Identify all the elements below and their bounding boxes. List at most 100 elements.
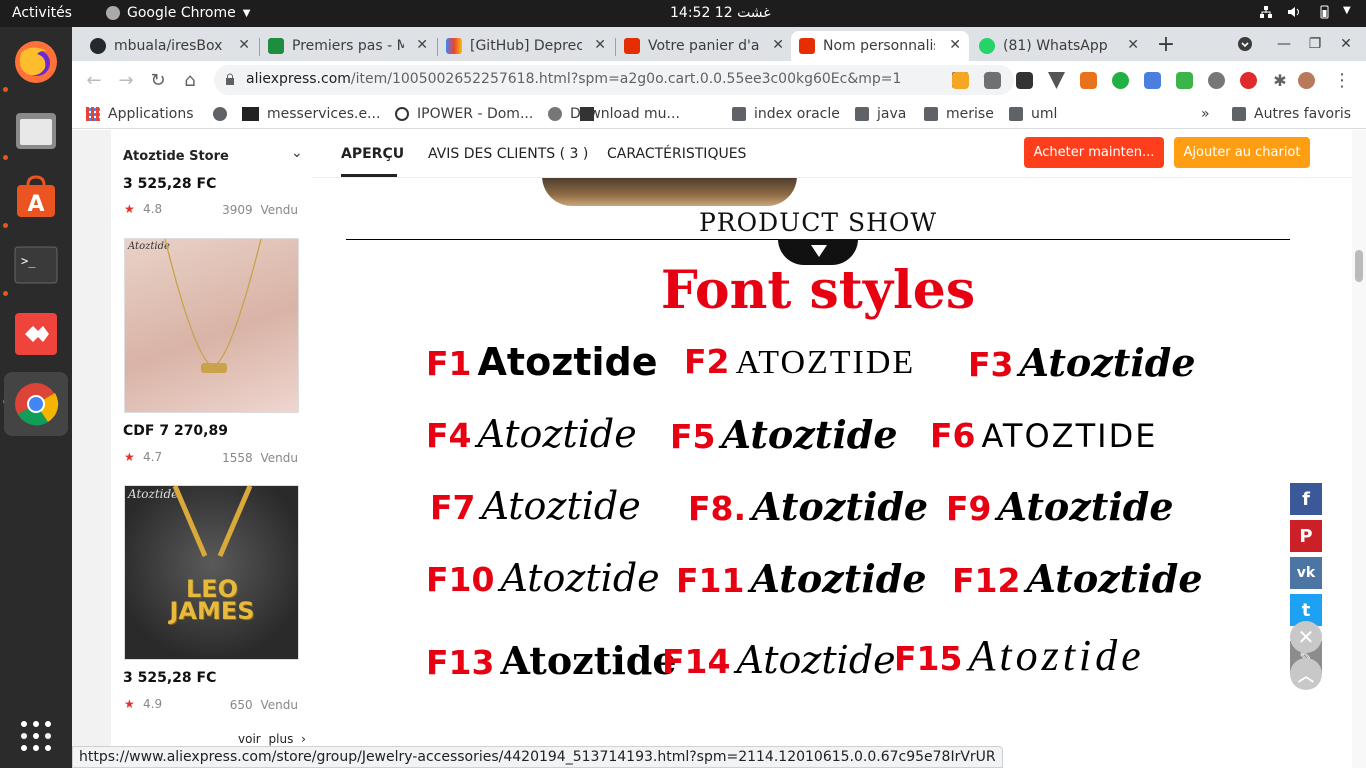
- close-circle-icon[interactable]: ✕: [1290, 621, 1322, 653]
- font-code: F9: [946, 489, 992, 528]
- tab-reviews[interactable]: AVIS DES CLIENTS ( 3 ): [428, 146, 588, 162]
- close-icon[interactable]: ✕: [949, 37, 961, 53]
- product-image-necklace[interactable]: Atoztide: [124, 238, 299, 413]
- app-menu[interactable]: Google Chrome ▼: [106, 5, 250, 21]
- window-close-icon[interactable]: ✕: [1334, 32, 1358, 56]
- network-icon[interactable]: [1259, 5, 1273, 19]
- product-price[interactable]: CDF 7 270,89: [123, 423, 228, 439]
- gmail-icon: [446, 38, 462, 54]
- pinterest-share-button[interactable]: P: [1290, 520, 1322, 552]
- buy-now-button[interactable]: Acheter mainten...: [1024, 137, 1164, 168]
- back-to-top-icon[interactable]: ︿: [1290, 658, 1322, 690]
- bookmark-download-2[interactable]: [580, 103, 602, 125]
- tab-specifications[interactable]: CARACTÉRISTIQUES: [607, 146, 746, 162]
- product-image-pendant[interactable]: Atoztide LEO JAMES: [124, 485, 299, 660]
- bookmark-globe[interactable]: [213, 103, 235, 125]
- star-icon: ★: [124, 450, 135, 464]
- other-bookmarks[interactable]: Autres favoris: [1232, 103, 1351, 125]
- bookmark-applications[interactable]: Applications: [86, 103, 194, 125]
- product-description: PRODUCT SHOW Font styles F1 Atoztide F2 AT…: [346, 178, 1308, 768]
- show-applications-icon[interactable]: [10, 710, 62, 762]
- firefox-icon[interactable]: [10, 36, 62, 88]
- aliexpress-icon: [799, 38, 815, 54]
- store-name[interactable]: Atoztide Store: [123, 149, 229, 164]
- font-sample-word: Atoztide: [500, 556, 660, 600]
- profile-avatar[interactable]: [1298, 72, 1315, 89]
- font-sample-word: Atoztide: [752, 484, 929, 529]
- close-icon[interactable]: ✕: [238, 37, 250, 53]
- reload-icon[interactable]: ↻: [146, 68, 170, 92]
- font-sample-word: Atoztide: [968, 631, 1145, 680]
- activities-button[interactable]: Activités: [12, 5, 72, 21]
- tab-github-deprecation[interactable]: [GitHub] Deprec ✕: [438, 31, 614, 61]
- address-bar[interactable]: aliexpress.com/item/1005002652257618.htm…: [214, 65, 1014, 95]
- extension-icon[interactable]: [1208, 72, 1225, 89]
- tab-search-icon[interactable]: [1233, 32, 1257, 56]
- ubuntu-software-icon[interactable]: A: [10, 172, 62, 224]
- bookmark-index-oracle[interactable]: index oracle: [732, 103, 840, 125]
- font-sample-f1: F1 Atoztide: [426, 340, 657, 384]
- bookmark-uml[interactable]: uml: [1009, 103, 1057, 125]
- close-icon[interactable]: ✕: [594, 37, 606, 53]
- files-icon[interactable]: [10, 104, 62, 156]
- extension-icon[interactable]: [984, 72, 1001, 89]
- page-scrollbar[interactable]: [1352, 130, 1366, 768]
- font-sample-f3: F3 Atoztide: [968, 340, 1196, 385]
- font-code: F10: [426, 560, 495, 599]
- system-menu-chevron-icon[interactable]: ▼: [1343, 5, 1357, 19]
- terminal-icon[interactable]: >_: [10, 240, 62, 292]
- tab-premiers-pas[interactable]: Premiers pas - M ✕: [260, 31, 436, 61]
- folder-icon: [924, 107, 938, 121]
- tab-panier[interactable]: Votre panier d'ac ✕: [616, 31, 792, 61]
- close-icon[interactable]: ✕: [772, 37, 784, 53]
- tab-strip: mbuala/iresBox ✕ Premiers pas - M ✕ [Git…: [72, 27, 1366, 61]
- vk-share-button[interactable]: vk: [1290, 557, 1322, 589]
- tab-whatsapp[interactable]: (81) WhatsApp ✕: [971, 31, 1147, 61]
- battery-icon[interactable]: [1317, 5, 1331, 19]
- minimize-icon[interactable]: —: [1272, 32, 1296, 56]
- bookmark-download[interactable]: Download mu...: [548, 103, 680, 125]
- kebab-menu-icon[interactable]: ⋮: [1330, 68, 1354, 92]
- bookmarks-overflow-button[interactable]: »: [1201, 103, 1210, 125]
- extension-icon[interactable]: [952, 72, 969, 89]
- bookmark-messervices[interactable]: messervices.e...: [242, 103, 380, 125]
- extension-icon[interactable]: [1176, 72, 1193, 89]
- bookmark-java[interactable]: java: [855, 103, 906, 125]
- extension-icon[interactable]: [1048, 72, 1065, 89]
- scrollbar-thumb[interactable]: [1355, 250, 1363, 282]
- forward-arrow-icon[interactable]: →: [114, 68, 138, 92]
- tab-overview[interactable]: APERÇU: [341, 146, 404, 162]
- new-tab-plus-icon[interactable]: +: [1154, 32, 1178, 57]
- product-rating: 4.8: [143, 202, 163, 216]
- bookmark-merise[interactable]: merise: [924, 103, 994, 125]
- facebook-share-button[interactable]: f: [1290, 483, 1322, 515]
- restore-icon[interactable]: ❐: [1303, 32, 1327, 56]
- see-more-link[interactable]: voir plus ›: [238, 732, 306, 746]
- extension-icon[interactable]: [1112, 72, 1129, 89]
- add-to-cart-button[interactable]: Ajouter au chariot: [1174, 137, 1310, 168]
- bookmark-ipower[interactable]: IPOWER - Dom...: [395, 103, 533, 125]
- anydesk-icon[interactable]: [10, 308, 62, 360]
- close-icon[interactable]: ✕: [1127, 37, 1139, 53]
- lock-icon[interactable]: [225, 73, 235, 85]
- volume-icon[interactable]: [1287, 5, 1301, 19]
- bookmark-label: uml: [1031, 106, 1058, 122]
- chevron-down-icon[interactable]: ⌄: [291, 145, 303, 161]
- tab-github[interactable]: mbuala/iresBox ✕: [82, 31, 258, 61]
- chrome-icon[interactable]: [4, 372, 68, 436]
- clock[interactable]: 14:52 12 غشت: [670, 5, 771, 21]
- tab-nom-personnalise[interactable]: Nom personnalis ✕: [791, 31, 969, 61]
- home-icon[interactable]: ⌂: [178, 68, 202, 92]
- extension-icon[interactable]: [1144, 72, 1161, 89]
- extension-off-icon[interactable]: [1080, 72, 1097, 89]
- product-price[interactable]: 3 525,28 FC: [123, 670, 216, 686]
- close-icon[interactable]: ✕: [416, 37, 428, 53]
- extension-icon[interactable]: [1240, 72, 1257, 89]
- running-indicator: [3, 87, 8, 92]
- product-price[interactable]: 3 525,28 FC: [123, 176, 216, 192]
- product-sold-count: 1558 Vendu: [222, 451, 298, 465]
- extension-icon[interactable]: [1016, 72, 1033, 89]
- font-sample-f7: F7 Atoztide: [430, 484, 641, 528]
- back-arrow-icon[interactable]: ←: [82, 68, 106, 92]
- extensions-puzzle-icon[interactable]: ✱: [1268, 68, 1292, 92]
